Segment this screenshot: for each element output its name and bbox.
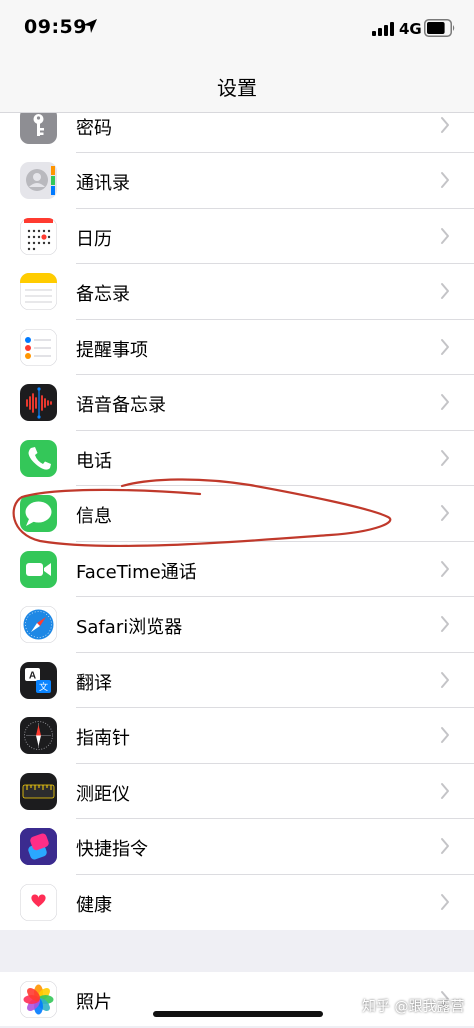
settings-row-translate[interactable]: A 文翻译 (0, 653, 474, 708)
photos-icon (20, 981, 57, 1018)
chevron-right-icon (441, 727, 449, 743)
chevron-right-icon (441, 449, 449, 466)
health-icon (20, 883, 57, 921)
chevron-right-icon (441, 338, 449, 355)
status-bar: 09:59 4G (0, 0, 474, 60)
safari-icon (20, 606, 57, 643)
settings-row-label: 语音备忘录 (76, 395, 166, 416)
settings-row-label: 备忘录 (76, 284, 130, 305)
shortcuts-icon (20, 828, 57, 865)
chevron-right-icon (441, 560, 449, 577)
battery-icon (424, 19, 455, 37)
notes-icon (20, 273, 57, 310)
settings-row-safari[interactable]: Safari浏览器 (0, 597, 474, 653)
chevron-right-icon (441, 117, 449, 133)
chevron-right-icon (441, 394, 449, 410)
network-type: 4G (399, 20, 422, 38)
settings-row-label: 通讯录 (76, 173, 130, 194)
chevron-right-icon (441, 671, 449, 688)
settings-row-key[interactable]: 密码 (0, 113, 474, 153)
settings-row-contacts[interactable]: 通讯录 (0, 153, 474, 209)
location-arrow-icon (83, 19, 97, 33)
chevron-right-icon (441, 283, 449, 299)
chevron-right-icon (441, 782, 449, 799)
phone-icon (20, 439, 57, 477)
settings-row-compass[interactable]: 指南针 (0, 708, 474, 764)
settings-row-label: 健康 (76, 894, 112, 916)
settings-row-label: 信息 (76, 506, 112, 527)
status-time: 09:59 (24, 16, 87, 38)
svg-text:文: 文 (39, 681, 48, 692)
chevron-right-icon (441, 893, 449, 910)
cellular-signal-icon (372, 22, 394, 36)
compass-icon (20, 717, 57, 754)
chevron-right-icon (441, 616, 449, 632)
chevron-right-icon (441, 838, 449, 854)
section-gap (0, 932, 474, 972)
navigation-bar: 设置 (0, 60, 474, 113)
settings-row-measure[interactable]: 测距仪 (0, 764, 474, 819)
settings-row-label: 密码 (76, 118, 112, 139)
settings-row-voice-memos[interactable]: 语音备忘录 (0, 375, 474, 431)
settings-row-label: FaceTime通话 (76, 561, 197, 583)
settings-row-label: 日历 (76, 228, 112, 250)
messages-icon (20, 495, 57, 532)
home-indicator[interactable] (153, 1011, 323, 1017)
settings-row-notes[interactable]: 备忘录 (0, 264, 474, 320)
settings-row-label: 照片 (76, 992, 112, 1013)
settings-row-reminders[interactable]: 提醒事项 (0, 320, 474, 375)
measure-icon (20, 772, 57, 810)
settings-row-calendar[interactable]: 日历 (0, 209, 474, 264)
settings-row-label: 电话 (76, 450, 112, 472)
settings-row-label: 翻译 (76, 672, 112, 694)
settings-row-label: 快捷指令 (76, 839, 148, 860)
settings-row-health[interactable]: 健康 (0, 875, 474, 931)
svg-text:A: A (29, 670, 36, 681)
page-title: 设置 (217, 76, 257, 100)
chevron-right-icon (441, 227, 449, 244)
voice-memos-icon (20, 384, 57, 421)
settings-row-label: 测距仪 (76, 783, 130, 805)
settings-row-label: 指南针 (76, 728, 130, 749)
translate-icon: A文 (20, 661, 57, 699)
chevron-right-icon (441, 172, 449, 188)
settings-row-label: Safari浏览器 (76, 617, 183, 638)
key-icon (20, 113, 57, 144)
facetime-icon (20, 550, 57, 588)
chevron-right-icon (441, 505, 449, 521)
calendar-icon (20, 217, 57, 255)
settings-list: 密码通讯录日历备忘录提醒事项语音备忘录电话信息 FaceTime通话 Safari浏… (0, 113, 474, 930)
settings-row-phone[interactable]: 电话 (0, 431, 474, 486)
settings-row-label: 提醒事项 (76, 339, 148, 361)
settings-row-messages[interactable]: 信息 (0, 486, 474, 542)
settings-row-shortcuts[interactable]: 快捷指令 (0, 819, 474, 875)
watermark-text: 知乎 @跟我露营 (362, 999, 465, 1015)
reminders-icon (20, 328, 57, 366)
settings-row-facetime[interactable]: FaceTime通话 (0, 542, 474, 597)
contacts-icon (20, 162, 57, 199)
